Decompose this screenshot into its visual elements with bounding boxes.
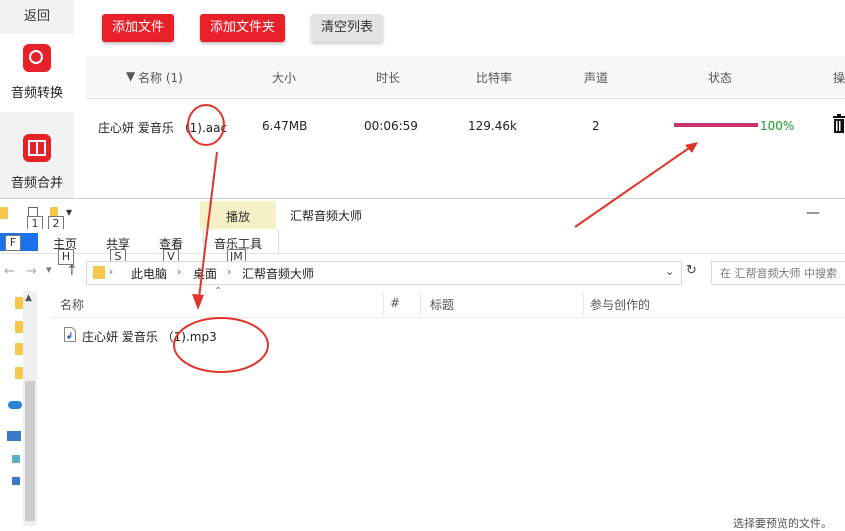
- folder-icon: [93, 266, 105, 279]
- network-icon[interactable]: [12, 455, 20, 463]
- address-row: ← → ▾ ↑ › 此电脑 › 桌面 › 汇帮音频大师 ⌄ ↻ 在 汇帮音频大师…: [0, 259, 845, 287]
- up-arrow-icon[interactable]: ↑: [66, 263, 78, 279]
- add-folder-button[interactable]: 添加文件夹: [200, 14, 286, 42]
- chevron-right-icon: ›: [177, 265, 182, 278]
- qat-dropdown-icon[interactable]: ▾: [66, 205, 72, 219]
- file-list-header: 名称 # 标题 参与创作的: [50, 291, 845, 318]
- trash-icon[interactable]: [832, 114, 845, 134]
- context-tab-label: 播放: [226, 210, 251, 224]
- minimize-button[interactable]: —: [806, 205, 820, 221]
- forward-arrow-icon[interactable]: →: [26, 264, 37, 279]
- explorer-titlebar: ▾ 1 2 播放 汇帮音频大师 —: [0, 199, 845, 232]
- ribbon-tabs: F 主页 共享 查看 音乐工具 H S V JM: [0, 229, 845, 265]
- list-item[interactable]: 庄心妍 爱音乐 （1).mp3: [60, 325, 310, 345]
- breadcrumb-this-pc[interactable]: 此电脑: [131, 265, 167, 282]
- sort-caret-icon[interactable]: ▼: [126, 69, 135, 83]
- sidebar-item-audio-convert[interactable]: 音频转换: [0, 34, 74, 112]
- folder-icon[interactable]: [15, 367, 23, 379]
- folder-icon[interactable]: [15, 297, 23, 309]
- file-bitrate: 129.46k: [468, 119, 517, 133]
- navigation-pane: ▲: [0, 291, 40, 526]
- scrollbar-thumb[interactable]: [25, 381, 35, 521]
- audio-converter-window: 返回 音频转换 音频合并 添加文件 添加文件夹 清空列表 ▼ 名称 (1) 大小…: [0, 0, 845, 200]
- audio-merge-icon: [23, 134, 51, 162]
- file-duration: 00:06:59: [364, 119, 418, 133]
- onedrive-icon[interactable]: [8, 401, 22, 409]
- column-number[interactable]: #: [390, 296, 400, 310]
- column-header-bitrate[interactable]: 比特率: [476, 69, 512, 86]
- window-title: 汇帮音频大师: [290, 209, 363, 223]
- clear-list-button[interactable]: 清空列表: [311, 14, 384, 42]
- audio-convert-icon: [23, 44, 51, 72]
- column-header-action[interactable]: 操: [833, 69, 845, 86]
- chevron-right-icon: ›: [109, 265, 114, 278]
- scroll-up-icon[interactable]: ▲: [25, 293, 32, 303]
- column-header-name[interactable]: 名称 (1): [138, 69, 183, 86]
- sidebar-item-label: 音频合并: [10, 176, 63, 191]
- column-name[interactable]: 名称: [60, 296, 84, 313]
- file-table-header: ▼ 名称 (1) 大小 时长 比特率 声道 状态 操: [86, 56, 845, 99]
- preview-pane-hint: 选择要预览的文件。: [733, 517, 832, 530]
- chevron-right-icon: ›: [227, 265, 232, 278]
- recent-dropdown-icon[interactable]: ▾: [46, 263, 52, 276]
- keytip: F: [5, 235, 21, 251]
- conversion-progress-bar: [674, 123, 758, 127]
- file-name: 庄心妍 爱音乐 （1).aac: [98, 121, 228, 135]
- back-arrow-icon[interactable]: ←: [4, 264, 15, 279]
- add-file-button[interactable]: 添加文件: [102, 14, 175, 42]
- folder-icon[interactable]: [15, 343, 23, 355]
- refresh-icon[interactable]: ↻: [686, 263, 697, 278]
- progress-fill: [674, 123, 758, 127]
- back-button[interactable]: 返回: [0, 0, 74, 34]
- file-explorer-window: ▾ 1 2 播放 汇帮音频大师 — F 主页 共享 查看 音乐工具 H S V …: [0, 198, 845, 530]
- column-header-channels[interactable]: 声道: [584, 69, 608, 86]
- this-pc-icon[interactable]: [7, 431, 21, 441]
- breadcrumb-folder[interactable]: 汇帮音频大师: [242, 265, 314, 282]
- folder-icon: [0, 207, 8, 219]
- file-channels: 2: [592, 119, 600, 133]
- column-title[interactable]: 标题: [430, 296, 454, 313]
- progress-label: 100%: [760, 119, 795, 133]
- drive-icon[interactable]: [12, 477, 20, 485]
- file-name: 庄心妍 爱音乐 （1).mp3: [82, 330, 217, 344]
- search-placeholder: 在 汇帮音频大师 中搜索: [720, 267, 837, 280]
- address-bar[interactable]: › 此电脑 › 桌面 › 汇帮音频大师 ⌄: [86, 261, 682, 285]
- search-input[interactable]: 在 汇帮音频大师 中搜索: [711, 261, 845, 285]
- folder-icon[interactable]: [15, 321, 23, 333]
- chevron-down-icon[interactable]: ⌄: [665, 265, 674, 278]
- sidebar: 返回 音频转换 音频合并: [0, 0, 74, 200]
- column-header-size[interactable]: 大小: [272, 69, 296, 86]
- column-contributing-artists[interactable]: 参与创作的: [590, 296, 650, 313]
- file-size: 6.47MB: [262, 119, 308, 133]
- column-header-duration[interactable]: 时长: [376, 69, 400, 86]
- column-header-status[interactable]: 状态: [708, 69, 732, 86]
- nav-scrollbar[interactable]: ▲: [23, 291, 37, 526]
- sidebar-item-audio-merge[interactable]: 音频合并: [0, 124, 74, 202]
- context-tab-play[interactable]: 播放: [200, 201, 276, 229]
- sidebar-item-label: 音频转换: [10, 86, 63, 101]
- breadcrumb-desktop[interactable]: 桌面: [193, 265, 217, 282]
- audio-file-icon: [64, 327, 76, 342]
